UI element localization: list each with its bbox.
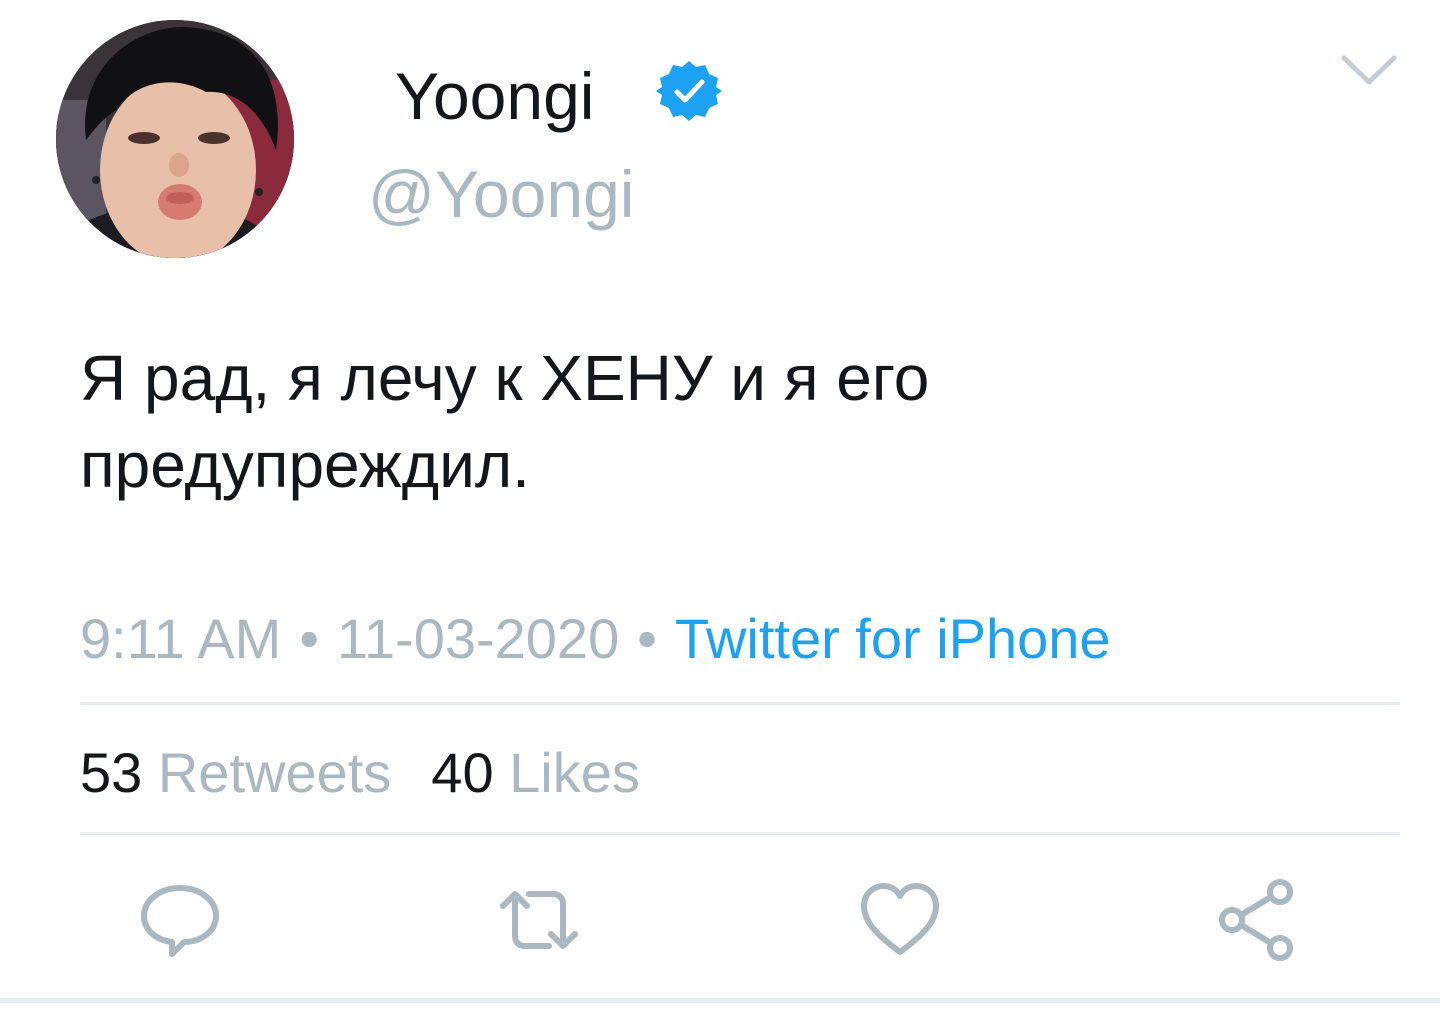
retweet-icon[interactable]	[497, 878, 581, 962]
reply-icon[interactable]	[138, 878, 222, 962]
tweet-text: Я рад, я лечу к ХЕНУ и я его предупрежди…	[80, 342, 930, 501]
bottom-border	[0, 998, 1440, 1003]
retweets-stat[interactable]: 53 Retweets	[80, 741, 391, 804]
likes-label: Likes	[509, 741, 640, 804]
separator: •	[299, 607, 319, 670]
share-icon[interactable]	[1216, 878, 1300, 962]
divider	[80, 832, 1400, 835]
tweet-stats: 53 Retweets 40 Likes	[80, 740, 640, 806]
likes-stat[interactable]: 40 Likes	[431, 741, 640, 804]
avatar[interactable]	[56, 20, 294, 258]
heart-icon[interactable]	[858, 878, 942, 962]
tweet-source-link[interactable]: Twitter for iPhone	[675, 607, 1111, 670]
verified-badge-icon	[656, 61, 722, 121]
retweets-label: Retweets	[157, 741, 392, 804]
chevron-down-icon[interactable]	[1338, 50, 1400, 90]
tweet-card: Yoongi @Yoongi Я рад, я лечу к ХЕНУ и я …	[0, 0, 1440, 1026]
divider	[80, 702, 1400, 705]
retweets-count: 53	[80, 741, 143, 804]
tweet-time: 9:11 AM	[80, 607, 282, 670]
likes-count: 40	[431, 741, 494, 804]
tweet-date[interactable]: 11-03-2020	[337, 607, 619, 670]
avatar-image	[56, 20, 294, 258]
handle[interactable]: @Yoongi	[368, 158, 634, 230]
separator: •	[637, 607, 657, 670]
tweet-meta: 9:11 AM • 11-03-2020 • Twitter for iPhone	[80, 606, 1111, 672]
display-name[interactable]: Yoongi	[395, 60, 594, 132]
